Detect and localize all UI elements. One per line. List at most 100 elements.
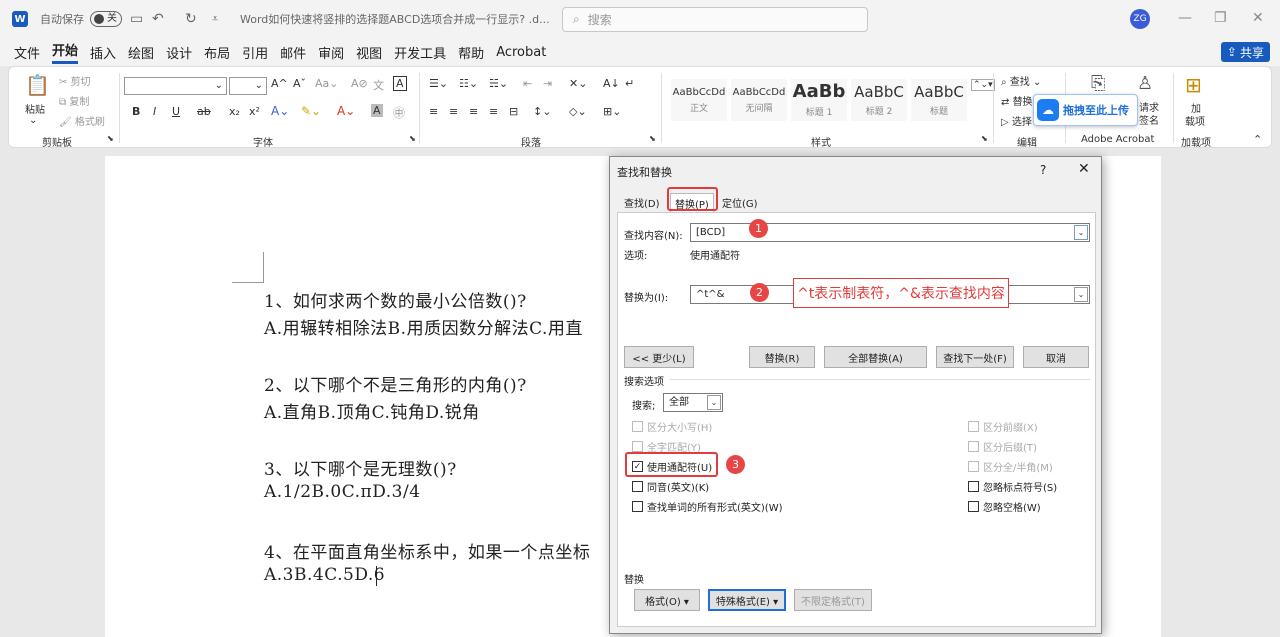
customize-qat-icon[interactable]: ⩡: [212, 0, 218, 38]
search-direction-select[interactable]: 全部 ⌄: [663, 393, 723, 412]
ignore-spaces-checkbox[interactable]: 忽略空格(W): [968, 499, 1041, 514]
undo-icon[interactable]: ↶: [152, 0, 164, 38]
menu-references[interactable]: 引用: [242, 43, 268, 62]
style-normal[interactable]: AaBbCcDd 正文: [671, 79, 727, 121]
decrease-indent-icon[interactable]: ⇤: [523, 77, 532, 90]
checkbox-box[interactable]: [632, 501, 643, 512]
subscript-button[interactable]: x₂: [229, 105, 240, 118]
shading-icon[interactable]: ◇⌄: [569, 105, 587, 118]
search-box[interactable]: ⌕ 搜索: [562, 7, 868, 32]
match-prefix-checkbox[interactable]: 区分前缀(X): [968, 419, 1038, 434]
checkbox-box[interactable]: [968, 441, 979, 452]
doc-line[interactable]: A.3B.4C.5D.6: [264, 565, 385, 585]
close-icon[interactable]: ✕: [1078, 161, 1090, 177]
char-border-icon[interactable]: A: [393, 76, 407, 91]
doc-line[interactable]: A.直角B.顶角C.钝角D.锐角: [264, 398, 480, 423]
collapse-ribbon-icon[interactable]: ⌃: [1253, 133, 1262, 146]
help-icon[interactable]: ?: [1040, 163, 1046, 177]
grow-font-icon[interactable]: A^: [271, 77, 288, 90]
underline-button[interactable]: U: [172, 105, 180, 118]
autosave[interactable]: 自动保存 关: [40, 0, 122, 38]
replace-all-button[interactable]: 全部替换(A): [824, 346, 927, 368]
menu-insert[interactable]: 插入: [90, 43, 116, 62]
styles-scroll-icon[interactable]: ⌃⌄▾: [971, 79, 995, 91]
asian-layout-icon[interactable]: ✕⌄: [569, 77, 587, 90]
no-formatting-button[interactable]: 不限定格式(T): [794, 589, 872, 611]
menu-draw[interactable]: 绘图: [128, 43, 154, 62]
clear-format-icon[interactable]: A⊘: [351, 77, 368, 90]
style-heading-1[interactable]: AaBb 标题 1: [791, 79, 847, 121]
checkbox-box[interactable]: [632, 421, 643, 432]
bullets-icon[interactable]: ☰⌄: [429, 77, 448, 90]
format-button[interactable]: 格式(O) ▾: [634, 589, 700, 611]
menu-review[interactable]: 审阅: [318, 43, 344, 62]
checkbox-box[interactable]: [968, 421, 979, 432]
line-spacing-icon[interactable]: ↕⌄: [533, 105, 551, 118]
enclosed-char-icon[interactable]: ㊥: [393, 104, 405, 121]
menu-view[interactable]: 视图: [356, 43, 382, 62]
less-button[interactable]: << 更少(L): [624, 346, 694, 368]
redo-icon[interactable]: ↻: [185, 0, 197, 38]
font-launcher-icon[interactable]: ⬊: [409, 134, 416, 143]
multilevel-list-icon[interactable]: ☵⌄: [489, 77, 508, 90]
doc-line[interactable]: 1、如何求两个数的最小公倍数()?: [264, 287, 527, 312]
match-case-checkbox[interactable]: 区分大小写(H): [632, 419, 712, 434]
special-format-button[interactable]: 特殊格式(E) ▾: [708, 589, 786, 611]
justify-icon[interactable]: ≡: [489, 105, 498, 118]
tab-find[interactable]: 查找(D): [620, 193, 664, 212]
increase-indent-icon[interactable]: ⇥: [543, 77, 552, 90]
replace-button[interactable]: ⇄ 替换: [1001, 93, 1033, 108]
tab-goto[interactable]: 定位(G): [718, 193, 762, 212]
doc-line[interactable]: 2、以下哪个不是三角形的内角()?: [264, 371, 527, 396]
checkbox-box[interactable]: [632, 441, 643, 452]
doc-line[interactable]: 3、以下哪个是无理数()?: [264, 455, 457, 480]
document-title[interactable]: Word如何快速将竖排的选择题ABCD选项合并成一行显示? .d...: [240, 0, 550, 38]
checkbox-box[interactable]: [968, 481, 979, 492]
paste-dropdown-icon[interactable]: ⌄: [29, 115, 37, 126]
style-no-spacing[interactable]: AaBbCcDd 无间隔: [731, 79, 787, 121]
show-marks-icon[interactable]: ↵: [625, 77, 634, 90]
find-next-button[interactable]: 查找下一处(F): [936, 346, 1014, 368]
align-left-icon[interactable]: ≡: [429, 105, 438, 118]
request-sign-label-2[interactable]: 签名: [1139, 112, 1159, 127]
menu-mailings[interactable]: 邮件: [280, 43, 306, 62]
baidu-upload-widget[interactable]: ☁ 拖拽至此上传: [1033, 94, 1138, 126]
bold-button[interactable]: B: [132, 105, 140, 118]
style-title[interactable]: AaBbC 标题: [911, 79, 967, 121]
match-width-checkbox[interactable]: 区分全/半角(M): [968, 459, 1053, 474]
font-name-combo[interactable]: ⌄: [124, 77, 227, 95]
minimize-icon[interactable]: —: [1178, 10, 1192, 26]
checkbox-box[interactable]: [632, 481, 643, 492]
all-word-forms-checkbox[interactable]: 查找单词的所有形式(英文)(W): [632, 499, 783, 514]
font-color-icon[interactable]: A⌄: [337, 104, 355, 118]
avatar[interactable]: ZG: [1130, 9, 1150, 29]
close-window-icon[interactable]: ✕: [1252, 10, 1264, 26]
strikethrough-button[interactable]: ab: [197, 105, 211, 118]
match-suffix-checkbox[interactable]: 区分后缀(T): [968, 439, 1037, 454]
italic-button[interactable]: I: [153, 105, 156, 118]
phonetic-guide-icon[interactable]: 文: [373, 77, 384, 93]
chevron-down-icon[interactable]: ⌄: [1074, 287, 1088, 302]
menu-design[interactable]: 设计: [166, 43, 192, 62]
clipboard-launcher-icon[interactable]: ⬊: [107, 134, 114, 143]
distributed-icon[interactable]: ⊟: [509, 105, 518, 118]
menu-file[interactable]: 文件: [14, 43, 40, 62]
format-painter-button[interactable]: 🖌 格式刷: [59, 113, 105, 128]
menu-layout[interactable]: 布局: [204, 43, 230, 62]
save-icon[interactable]: ▭: [130, 0, 143, 38]
borders-icon[interactable]: ⊞⌄: [603, 105, 621, 118]
doc-line[interactable]: A.1/2B.0C.πD.3/4: [264, 482, 421, 502]
cancel-button[interactable]: 取消: [1023, 346, 1089, 368]
autosave-toggle[interactable]: 关: [90, 11, 122, 27]
doc-line[interactable]: A.用辗转相除法B.用质因数分解法C.用直: [264, 314, 583, 339]
addins-label-2[interactable]: 载项: [1185, 113, 1205, 128]
find-button[interactable]: ⌕ 查找 ⌄: [1001, 73, 1041, 88]
menu-home[interactable]: 开始: [52, 40, 79, 64]
cut-button[interactable]: ✂ 剪切: [59, 73, 91, 88]
menu-developer[interactable]: 开发工具: [394, 43, 446, 62]
doc-line[interactable]: 4、在平面直角坐标系中，如果一个点坐标: [264, 538, 590, 563]
align-right-icon[interactable]: ≡: [469, 105, 478, 118]
chevron-down-icon[interactable]: ⌄: [1074, 225, 1088, 240]
checkbox-box[interactable]: [968, 501, 979, 512]
shrink-font-icon[interactable]: Aˇ: [293, 77, 306, 90]
